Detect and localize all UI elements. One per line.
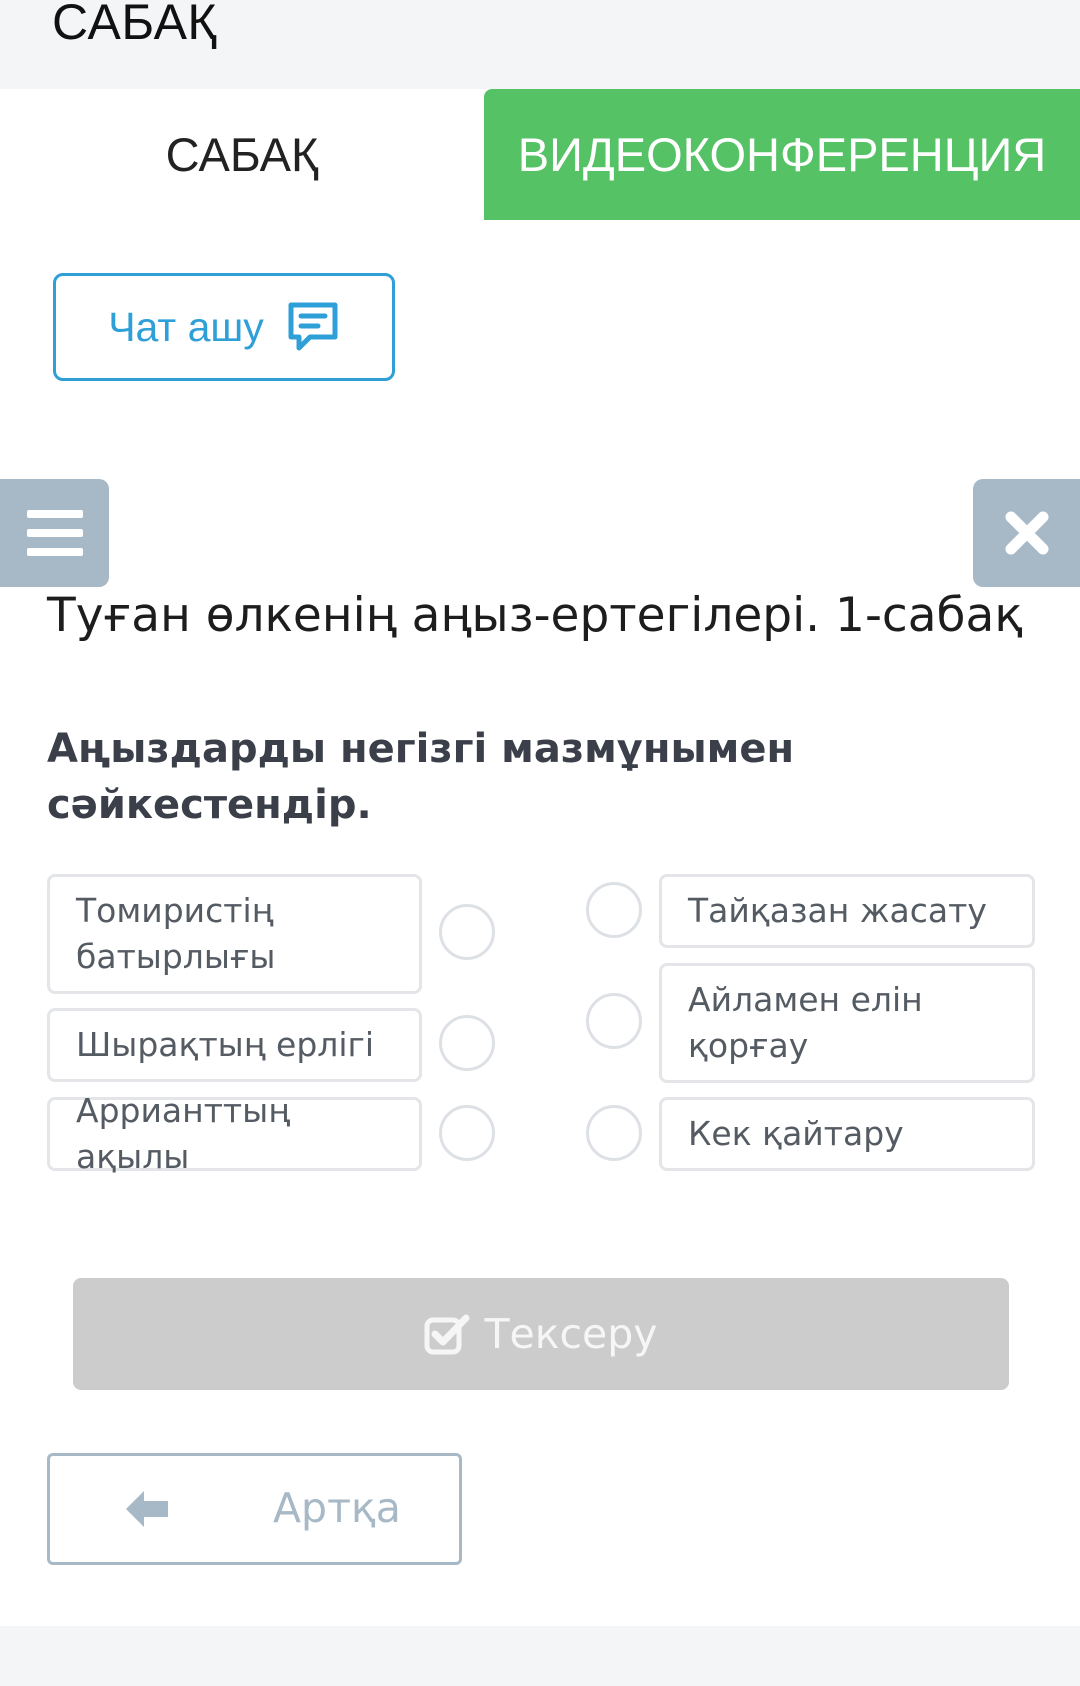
tab-lesson[interactable]: САБАҚ — [0, 89, 484, 220]
left-match-radio-1[interactable] — [439, 904, 495, 960]
right-option-label: Тайқазан жасату — [688, 891, 987, 930]
left-option-label: Арриант­тың ақылы — [76, 1091, 291, 1176]
check-button-label: Тексеру — [484, 1310, 658, 1358]
right-match-radio-3[interactable] — [586, 1105, 642, 1161]
left-option-1[interactable]: Томиристің батырлығы — [47, 874, 422, 994]
chat-bubble-icon — [288, 302, 338, 351]
lesson-card: САБАҚ ВИДЕОКОНФЕРЕНЦИЯ Чат ашу Туған өлк… — [0, 89, 1080, 1626]
page-header-title: САБАҚ — [52, 0, 218, 50]
right-match-radio-1[interactable] — [586, 882, 642, 938]
right-option-2[interactable]: Айламен елін қорғау — [659, 963, 1035, 1083]
left-option-label: Томиристің батырлығы — [76, 891, 276, 976]
close-icon — [1005, 511, 1048, 555]
hamburger-menu-icon — [26, 510, 83, 556]
lesson-title: Туған өлкенің аңыз-ертегілері. 1-сабақ — [47, 588, 1023, 643]
open-chat-button[interactable]: Чат ашу — [53, 273, 395, 381]
left-match-radio-2[interactable] — [439, 1015, 495, 1071]
right-option-label: Айламен елін қорғау — [688, 980, 923, 1065]
left-option-3[interactable]: Арриант­тың ақылы — [47, 1091, 422, 1176]
back-button[interactable]: Артқа — [47, 1453, 462, 1565]
left-match-radio-3[interactable] — [439, 1105, 495, 1161]
left-option-2[interactable]: Шырақтың ерлігі — [47, 1008, 422, 1082]
left-option-label: Шырақтың ерлігі — [76, 1025, 375, 1064]
page-header: САБАҚ — [0, 0, 1080, 89]
right-option-1[interactable]: Тайқазан жасату — [659, 874, 1035, 948]
right-option-label: Кек қайтару — [688, 1114, 904, 1153]
tab-videoconference[interactable]: ВИДЕОКОНФЕРЕНЦИЯ — [484, 89, 1080, 220]
back-button-label: Артқа — [273, 1484, 401, 1532]
check-button[interactable]: Тексеру — [73, 1278, 1009, 1390]
chat-button-label: Чат ашу — [108, 303, 264, 350]
checkbox-checked-icon — [424, 1314, 470, 1355]
right-option-3[interactable]: Кек қайтару — [659, 1097, 1035, 1171]
menu-button[interactable] — [0, 479, 109, 587]
question-text: Аңыздарды негізгі мазмұнымен сәйкестенді… — [47, 726, 795, 828]
arrow-left-icon — [126, 1491, 168, 1527]
right-match-radio-2[interactable] — [586, 993, 642, 1049]
close-button[interactable] — [973, 479, 1080, 587]
